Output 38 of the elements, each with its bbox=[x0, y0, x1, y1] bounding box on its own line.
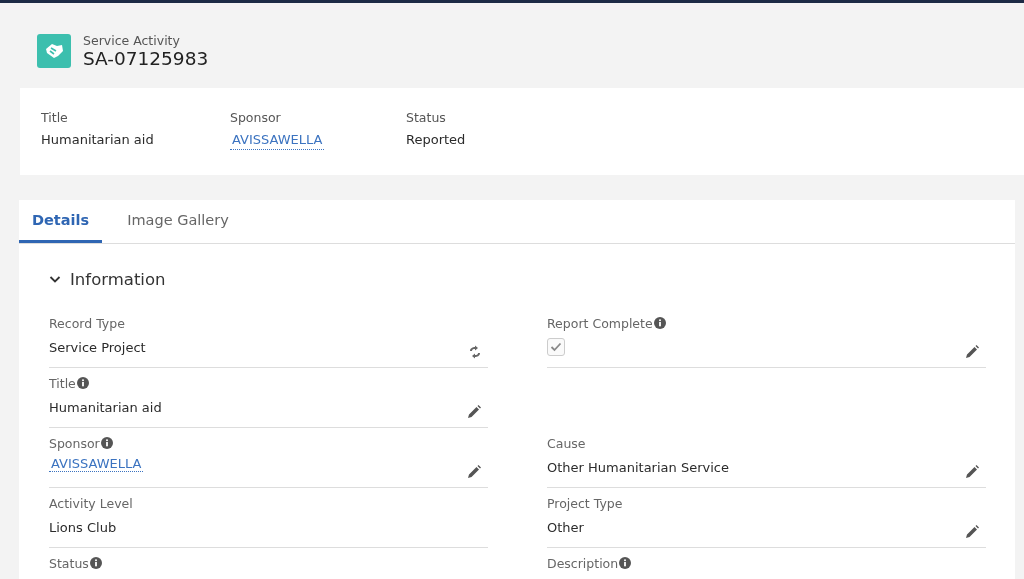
field-label: Status bbox=[406, 110, 447, 126]
check-icon bbox=[550, 342, 562, 352]
pencil-icon[interactable] bbox=[466, 464, 482, 480]
sponsor-link[interactable]: AVISSAWELLA bbox=[230, 131, 325, 150]
field-label: Sponsor bbox=[49, 435, 100, 451]
info-icon[interactable] bbox=[100, 437, 113, 449]
section-title: Information bbox=[70, 269, 166, 289]
field-value: Other Humanitarian Service bbox=[547, 459, 729, 475]
field-label: Project Type bbox=[547, 495, 623, 511]
field-label: Title bbox=[41, 110, 69, 126]
field-label: Cause bbox=[547, 435, 586, 451]
field-label: Description bbox=[547, 555, 619, 571]
pencil-icon[interactable] bbox=[964, 524, 980, 540]
object-type-label: Service Activity bbox=[83, 33, 181, 48]
swap-arrows-icon[interactable] bbox=[468, 345, 482, 359]
pencil-icon[interactable] bbox=[964, 344, 980, 360]
field-label: Activity Level bbox=[49, 495, 133, 511]
tab[interactable]: Details bbox=[19, 200, 103, 243]
pencil-icon[interactable] bbox=[466, 404, 482, 420]
pencil-icon[interactable] bbox=[964, 464, 980, 480]
field-value: Lions Club bbox=[49, 519, 117, 535]
field-value: Other bbox=[547, 519, 584, 535]
info-icon[interactable] bbox=[76, 377, 89, 389]
info-icon[interactable] bbox=[619, 557, 632, 569]
field-label: Record Type bbox=[49, 315, 125, 331]
field-value: Service Project bbox=[49, 339, 146, 355]
field-value: Reported bbox=[406, 131, 466, 149]
field-label: Status bbox=[49, 555, 89, 571]
info-icon[interactable] bbox=[89, 557, 102, 569]
record-name: SA-07125983 bbox=[83, 48, 209, 69]
field-value: Humanitarian aid bbox=[41, 131, 155, 149]
tab[interactable]: Image Gallery bbox=[114, 200, 242, 243]
field-label: Title bbox=[49, 375, 76, 391]
field-label: Report Complete bbox=[547, 315, 653, 331]
info-icon[interactable] bbox=[653, 317, 666, 329]
field-label: Sponsor bbox=[230, 110, 282, 126]
field-value: Humanitarian aid bbox=[49, 399, 162, 415]
sponsor-link[interactable]: AVISSAWELLA bbox=[49, 456, 144, 472]
